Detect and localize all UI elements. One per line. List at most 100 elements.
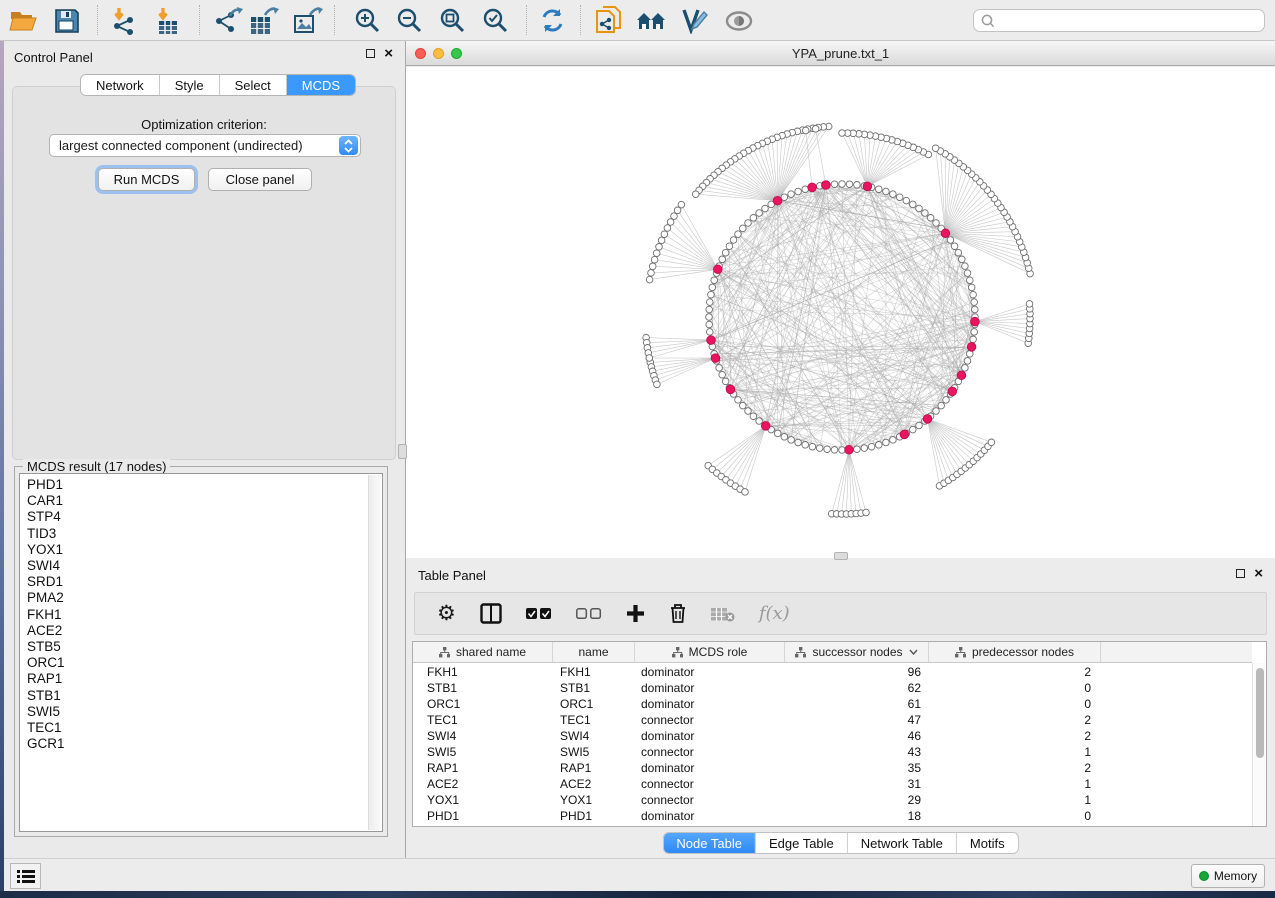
ring-node[interactable]	[816, 445, 823, 452]
ring-node[interactable]	[955, 249, 962, 256]
ring-node[interactable]	[719, 371, 726, 378]
mcds-hub-node[interactable]	[971, 317, 980, 326]
table-scrollbar[interactable]	[1252, 663, 1266, 826]
ring-node[interactable]	[831, 447, 838, 454]
close-panel-icon[interactable]: ×	[384, 49, 393, 58]
apply-layout-icon[interactable]	[534, 4, 570, 37]
ring-node[interactable]	[967, 277, 974, 284]
ring-node[interactable]	[890, 437, 897, 444]
mcds-hub-node[interactable]	[923, 415, 932, 424]
vertical-split-handle[interactable]	[398, 444, 407, 459]
mcds-result-item[interactable]: SRD1	[27, 574, 382, 590]
ring-node[interactable]	[795, 188, 802, 195]
mcds-hub-node[interactable]	[714, 265, 723, 274]
satellite-node[interactable]	[863, 509, 870, 516]
ring-node[interactable]	[788, 437, 795, 444]
mcds-hub-node[interactable]	[845, 446, 854, 455]
satellite-node[interactable]	[649, 263, 656, 270]
ring-node[interactable]	[774, 430, 781, 437]
network-graph[interactable]	[406, 67, 1275, 558]
ring-node[interactable]	[722, 249, 729, 256]
ring-node[interactable]	[707, 329, 714, 336]
ring-node[interactable]	[735, 397, 742, 404]
column-header-shared-name[interactable]: shared name	[413, 642, 553, 662]
mcds-result-item[interactable]: GCR1	[27, 736, 382, 752]
open-session-icon[interactable]	[5, 4, 41, 37]
ring-node[interactable]	[890, 191, 897, 198]
ring-node[interactable]	[745, 220, 752, 227]
deselect-all-icon[interactable]	[576, 599, 602, 629]
satellite-node[interactable]	[661, 231, 668, 238]
satellite-node[interactable]	[667, 219, 674, 226]
ring-node[interactable]	[933, 408, 940, 415]
delete-column-icon[interactable]	[669, 599, 687, 629]
satellite-node[interactable]	[932, 145, 939, 152]
satellite-node[interactable]	[664, 225, 671, 232]
mcds-hub-node[interactable]	[711, 354, 720, 363]
satellite-node[interactable]	[812, 126, 819, 133]
ring-node[interactable]	[971, 299, 978, 306]
horizontal-split-handle[interactable]	[834, 552, 848, 560]
ring-node[interactable]	[722, 378, 729, 385]
mcds-hub-node[interactable]	[967, 343, 976, 352]
zoom-selected-icon[interactable]	[477, 4, 513, 37]
ring-node[interactable]	[970, 291, 977, 298]
table-row[interactable]: TEC1TEC1connector472	[413, 712, 1252, 728]
table-row[interactable]: STB1STB1dominator620	[413, 680, 1252, 696]
network-canvas[interactable]	[406, 67, 1275, 558]
ring-node[interactable]	[762, 205, 769, 212]
mcds-result-item[interactable]: SWI4	[27, 558, 382, 574]
ring-node[interactable]	[839, 181, 846, 188]
satellite-node[interactable]	[656, 244, 663, 251]
mcds-hub-node[interactable]	[948, 387, 957, 396]
ring-node[interactable]	[910, 201, 917, 208]
satellite-node[interactable]	[839, 130, 846, 137]
ring-node[interactable]	[735, 231, 742, 238]
satellite-node[interactable]	[671, 213, 678, 220]
ring-node[interactable]	[726, 243, 733, 250]
ring-node[interactable]	[707, 299, 714, 306]
table-row[interactable]: PHD1PHD1dominator180	[413, 808, 1252, 824]
ring-node[interactable]	[788, 191, 795, 198]
new-network-from-selection-icon[interactable]	[590, 4, 626, 37]
ring-node[interactable]	[943, 397, 950, 404]
table-row[interactable]: FKH1FKH1dominator962	[413, 664, 1252, 680]
tab-network-table[interactable]: Network Table	[848, 833, 957, 853]
ring-node[interactable]	[922, 210, 929, 217]
ring-node[interactable]	[745, 408, 752, 415]
ring-node[interactable]	[756, 418, 763, 425]
ring-node[interactable]	[854, 446, 861, 453]
export-image-icon[interactable]	[290, 4, 326, 37]
tab-network[interactable]: Network	[81, 75, 160, 95]
tab-motifs[interactable]: Motifs	[957, 833, 1018, 853]
mcds-result-item[interactable]: FKH1	[27, 607, 382, 623]
mcds-hub-node[interactable]	[773, 196, 782, 205]
mcds-hub-node[interactable]	[900, 430, 909, 439]
mcds-list-scrollbar[interactable]	[368, 475, 381, 830]
tab-style[interactable]: Style	[160, 75, 220, 95]
mcds-result-item[interactable]: STB1	[27, 688, 382, 704]
zoom-in-icon[interactable]	[349, 4, 385, 37]
satellite-node[interactable]	[988, 439, 995, 446]
mcds-result-item[interactable]: STP4	[27, 509, 382, 525]
ring-node[interactable]	[730, 237, 737, 244]
satellite-node[interactable]	[692, 191, 699, 198]
memory-button[interactable]: Memory	[1191, 864, 1265, 888]
tab-mcds[interactable]: MCDS	[287, 75, 355, 95]
export-table-icon[interactable]	[246, 4, 282, 37]
import-table-icon[interactable]	[150, 4, 186, 37]
ring-node[interactable]	[903, 197, 910, 204]
ring-node[interactable]	[709, 284, 716, 291]
ring-node[interactable]	[883, 188, 890, 195]
mcds-result-item[interactable]: STB5	[27, 639, 382, 655]
column-header-mcds-role[interactable]: MCDS role	[635, 642, 785, 662]
ring-node[interactable]	[795, 439, 802, 446]
ring-node[interactable]	[927, 215, 934, 222]
ring-node[interactable]	[947, 237, 954, 244]
ring-node[interactable]	[972, 306, 979, 313]
mcds-hub-node[interactable]	[941, 229, 950, 238]
mcds-result-item[interactable]: TEC1	[27, 720, 382, 736]
satellite-node[interactable]	[653, 250, 660, 257]
table-row[interactable]: SWI4SWI4dominator462	[413, 728, 1252, 744]
ring-node[interactable]	[706, 306, 713, 313]
